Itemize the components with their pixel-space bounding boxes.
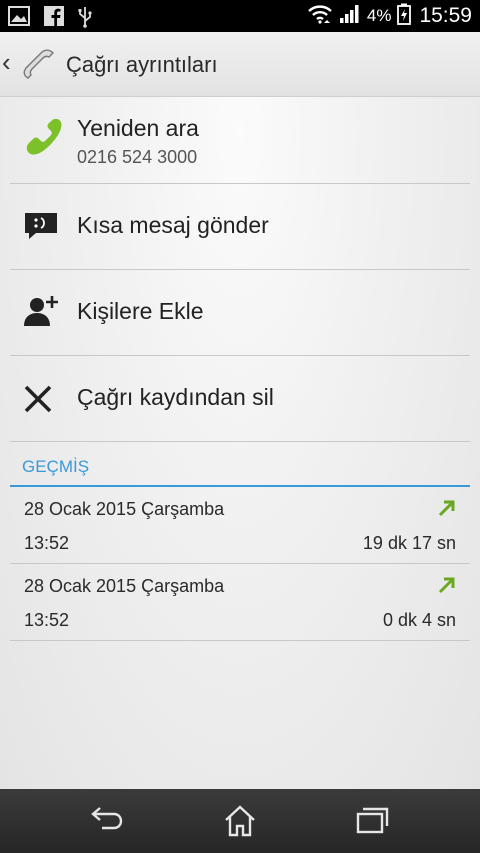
call-green-icon: [24, 118, 64, 164]
battery-percent: 4%: [366, 6, 392, 25]
status-bar: 4% 15:59: [0, 0, 480, 32]
battery-charging-icon: [397, 3, 412, 30]
signal-icon: [339, 4, 361, 29]
history-entry: 28 Ocak 2015 Çarşamba 13:52 19 dk 17 sn: [10, 487, 470, 564]
phone-number: 0216 524 3000: [77, 147, 198, 167]
page-title: Çağrı ayrıntıları: [66, 52, 218, 77]
delete-x-icon: [24, 385, 52, 418]
call-back-row[interactable]: Yeniden ara 0216 524 3000: [10, 97, 470, 184]
call-back-label: Yeniden ara: [77, 115, 199, 141]
history-entry: 28 Ocak 2015 Çarşamba 13:52 0 dk 4 sn: [10, 564, 470, 641]
clock: 15:59: [419, 4, 472, 27]
home-icon[interactable]: [223, 805, 257, 842]
history-date: 28 Ocak 2015 Çarşamba: [24, 576, 225, 596]
delete-from-log-label: Çağrı kaydından sil: [77, 384, 274, 410]
history-duration: 0 dk 4 sn: [382, 610, 456, 630]
facebook-icon: [44, 6, 64, 33]
history-time: 13:52: [24, 533, 70, 553]
up-navigation-chevron-icon[interactable]: ‹: [2, 48, 11, 76]
outgoing-call-arrow-icon: [438, 499, 456, 522]
outgoing-call-arrow-icon: [438, 576, 456, 599]
message-icon: [24, 212, 58, 245]
action-bar: ‹ Çağrı ayrıntıları: [0, 32, 480, 97]
phone-handset-icon[interactable]: [20, 48, 60, 87]
history-date: 28 Ocak 2015 Çarşamba: [24, 499, 225, 519]
add-contact-icon: [24, 295, 58, 332]
delete-from-log-row[interactable]: Çağrı kaydından sil: [10, 355, 470, 442]
back-icon[interactable]: [90, 805, 124, 840]
history-section-header: GEÇMİŞ: [10, 451, 470, 487]
history-duration: 19 dk 17 sn: [362, 533, 456, 553]
wifi-icon: [307, 4, 333, 29]
send-message-label: Kısa mesaj gönder: [77, 212, 269, 238]
history-time: 13:52: [24, 610, 70, 630]
recent-apps-icon[interactable]: [356, 805, 390, 840]
gallery-icon: [8, 6, 30, 33]
add-to-contacts-row[interactable]: Kişilere Ekle: [10, 269, 470, 356]
history-header-label: GEÇMİŞ: [22, 457, 90, 476]
call-details-content: Yeniden ara 0216 524 3000 Kısa mesaj gön…: [0, 97, 480, 789]
navigation-bar: [0, 789, 480, 853]
usb-icon: [78, 6, 92, 33]
send-message-row[interactable]: Kısa mesaj gönder: [10, 183, 470, 270]
add-to-contacts-label: Kişilere Ekle: [77, 298, 204, 324]
